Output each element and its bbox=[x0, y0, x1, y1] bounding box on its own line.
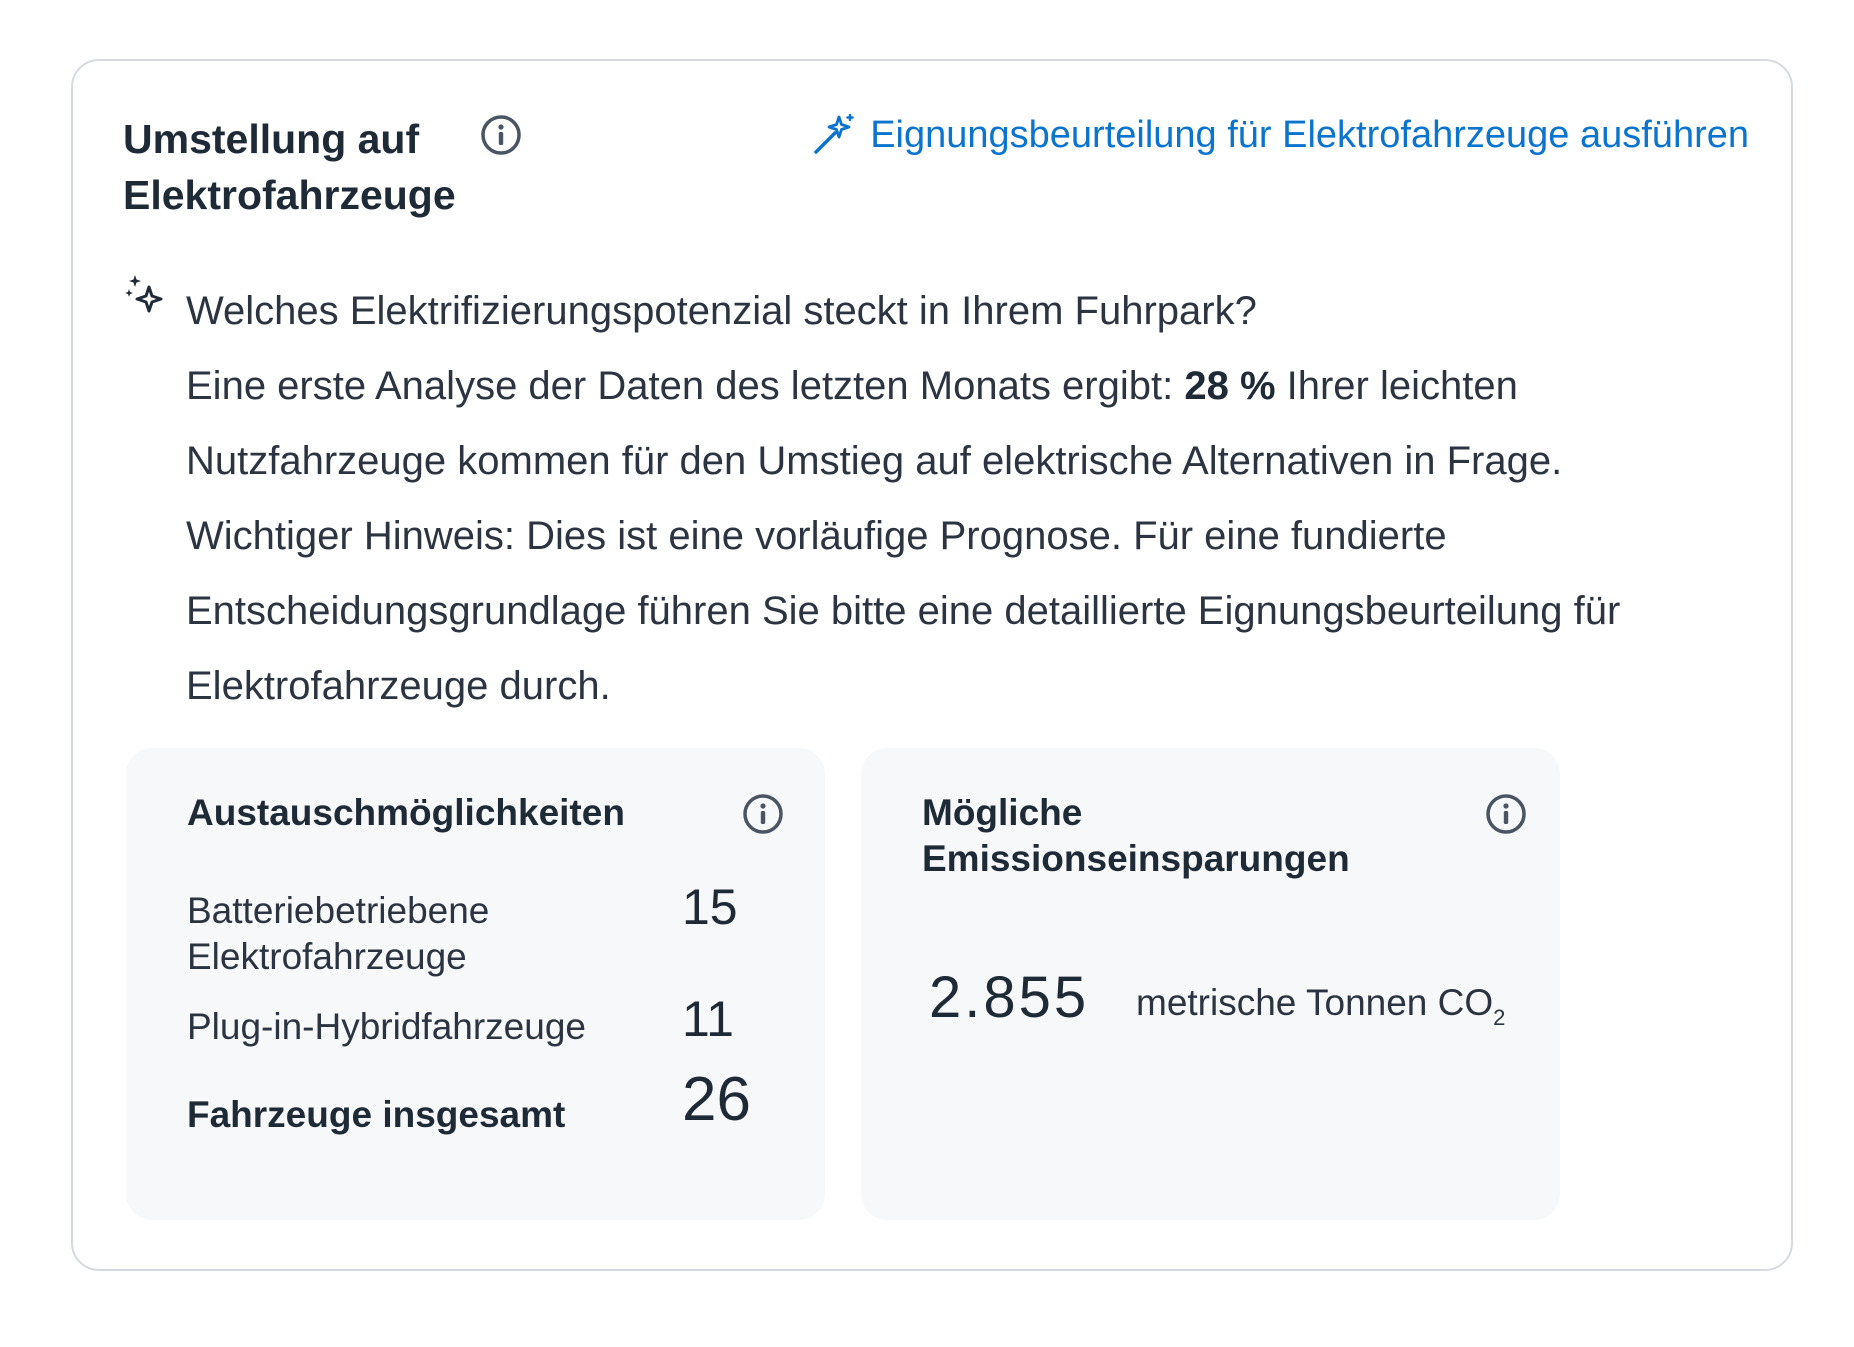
sparkle-icon bbox=[123, 271, 173, 321]
bev-count: 15 bbox=[682, 879, 738, 935]
total-vehicles-count: 26 bbox=[682, 1065, 751, 1134]
replacement-options-panel: Austauschmöglichkeiten Batteriebetrieben… bbox=[126, 748, 825, 1220]
emission-savings-title: Mögliche Emissionseinsparungen bbox=[922, 792, 1350, 879]
run-ev-suitability-assessment-link[interactable]: Eignungsbeurteilung für Elektrofahrzeuge… bbox=[810, 109, 1749, 161]
emission-unit: metrische Tonnen CO2 bbox=[1136, 978, 1505, 1043]
replacement-options-title: Austauschmöglichkeiten bbox=[187, 792, 625, 833]
ev-conversion-card: Umstellung auf Elektrofahrzeuge Eignungs… bbox=[71, 59, 1793, 1271]
analysis-text: Eine erste Analyse der Daten des letzten… bbox=[186, 349, 1766, 499]
emission-unit-text: metrische Tonnen CO bbox=[1136, 982, 1494, 1023]
action-link-label: Eignungsbeurteilung für Elektrofahrzeuge… bbox=[870, 114, 1749, 156]
bev-label: Batteriebetriebene Elektrofahrzeuge bbox=[187, 890, 490, 977]
info-icon[interactable] bbox=[741, 792, 785, 836]
preliminary-note: Wichtiger Hinweis: Dies ist eine vorläuf… bbox=[186, 514, 1621, 708]
analysis-prefix: Eine erste Analyse der Daten des letzten… bbox=[186, 364, 1185, 408]
info-icon[interactable] bbox=[1484, 792, 1528, 836]
intro-question: Welches Elektrifizierungspotenzial steck… bbox=[186, 289, 1257, 333]
analysis-percent: 28 % bbox=[1184, 364, 1276, 408]
info-icon[interactable] bbox=[479, 113, 523, 157]
card-title: Umstellung auf Elektrofahrzeuge bbox=[123, 116, 456, 218]
emission-savings-value: 2.855 bbox=[929, 965, 1090, 1030]
total-vehicles-label: Fahrzeuge insgesamt bbox=[187, 1094, 566, 1135]
phev-count: 11 bbox=[682, 991, 734, 1047]
emission-savings-panel: Mögliche Emissionseinsparungen 2.855 met… bbox=[861, 748, 1560, 1220]
magic-wand-icon bbox=[810, 112, 856, 158]
emission-unit-subscript: 2 bbox=[1493, 1005, 1506, 1030]
intro-text: Welches Elektrifizierungspotenzial steck… bbox=[186, 274, 1766, 724]
phev-label: Plug-in-Hybridfahrzeuge bbox=[187, 1006, 586, 1047]
